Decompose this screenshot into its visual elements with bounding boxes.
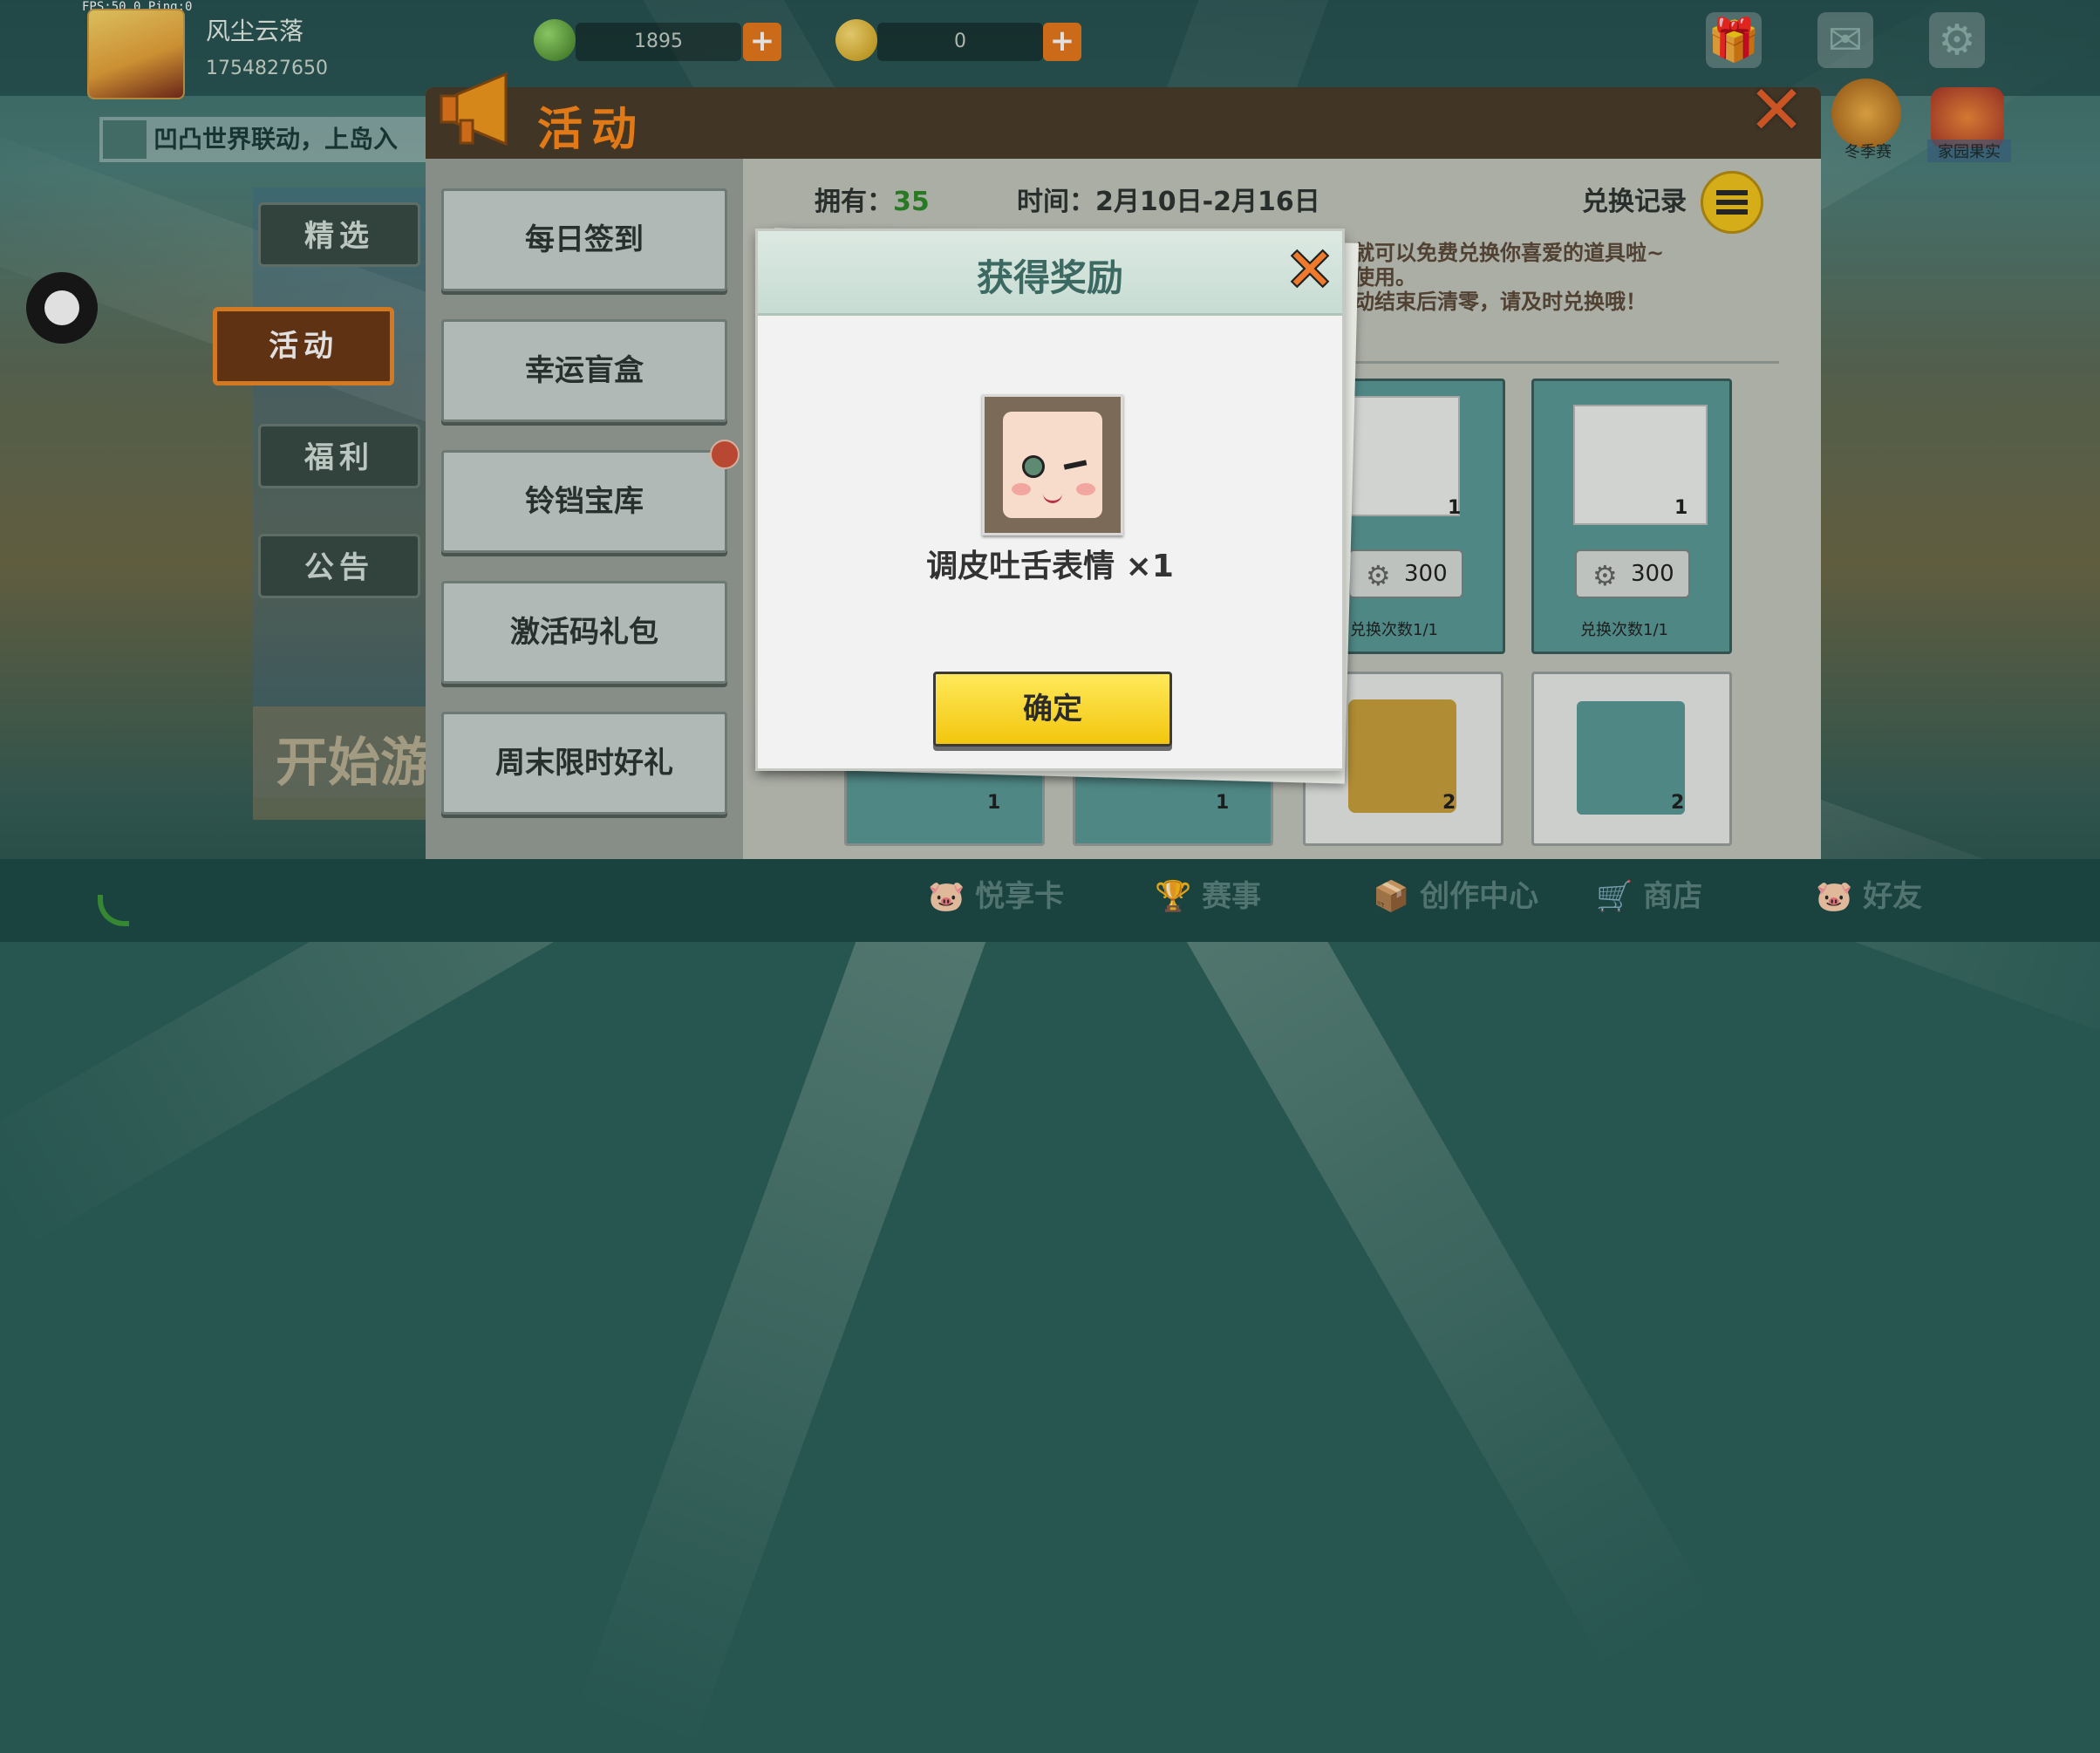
face-blush — [1076, 483, 1095, 495]
face-mouth — [1043, 492, 1062, 503]
face-blush — [1012, 483, 1031, 495]
wink-tongue-face-icon — [1003, 412, 1102, 518]
face-eye-wink — [1063, 460, 1088, 470]
close-modal-icon[interactable]: ✕ — [1282, 242, 1338, 299]
reward-item-name: 调皮吐舌表情 ×1 — [926, 549, 1174, 584]
reward-modal-title: 获得奖励 — [976, 256, 1123, 299]
face-eye-open — [1022, 455, 1045, 478]
confirm-button[interactable]: 确定 — [933, 672, 1172, 747]
